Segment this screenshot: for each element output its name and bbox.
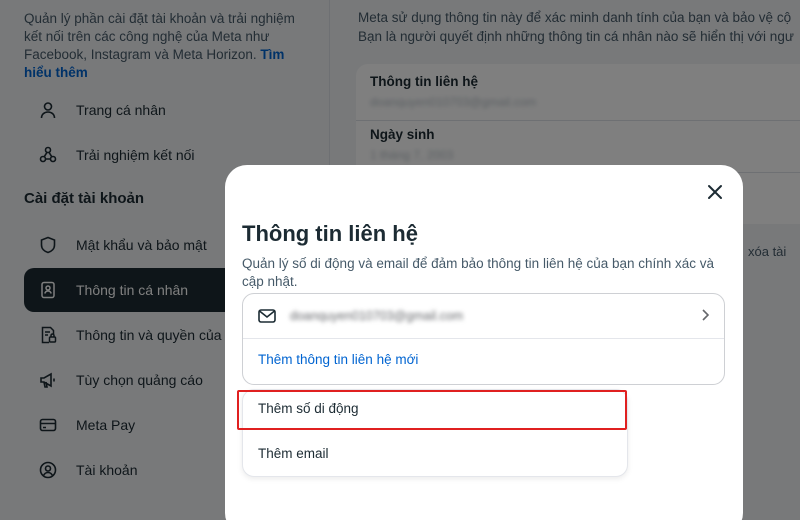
close-icon (707, 184, 723, 205)
close-button[interactable] (702, 181, 728, 207)
add-new-contact-link[interactable]: Thêm thông tin liên hệ mới (258, 352, 418, 367)
contact-list: doanquyen010703@gmail.com Thêm thông tin… (242, 293, 725, 385)
add-mobile-option[interactable]: Thêm số di động (258, 401, 359, 416)
add-email-option[interactable]: Thêm email (258, 446, 329, 461)
add-contact-dropdown: Thêm số di động Thêm email (242, 389, 628, 477)
chevron-right-icon (700, 308, 710, 327)
dialog-title: Thông tin liên hệ (242, 221, 418, 246)
dialog-description: Quản lý số di động và email để đảm bảo t… (242, 256, 715, 289)
contact-info-dialog: Thông tin liên hệ Quản lý số di động và … (225, 165, 743, 520)
email-value: doanquyen010703@gmail.com (290, 309, 464, 323)
mail-icon (258, 309, 276, 323)
email-contact-row[interactable]: doanquyen010703@gmail.com (243, 294, 724, 339)
